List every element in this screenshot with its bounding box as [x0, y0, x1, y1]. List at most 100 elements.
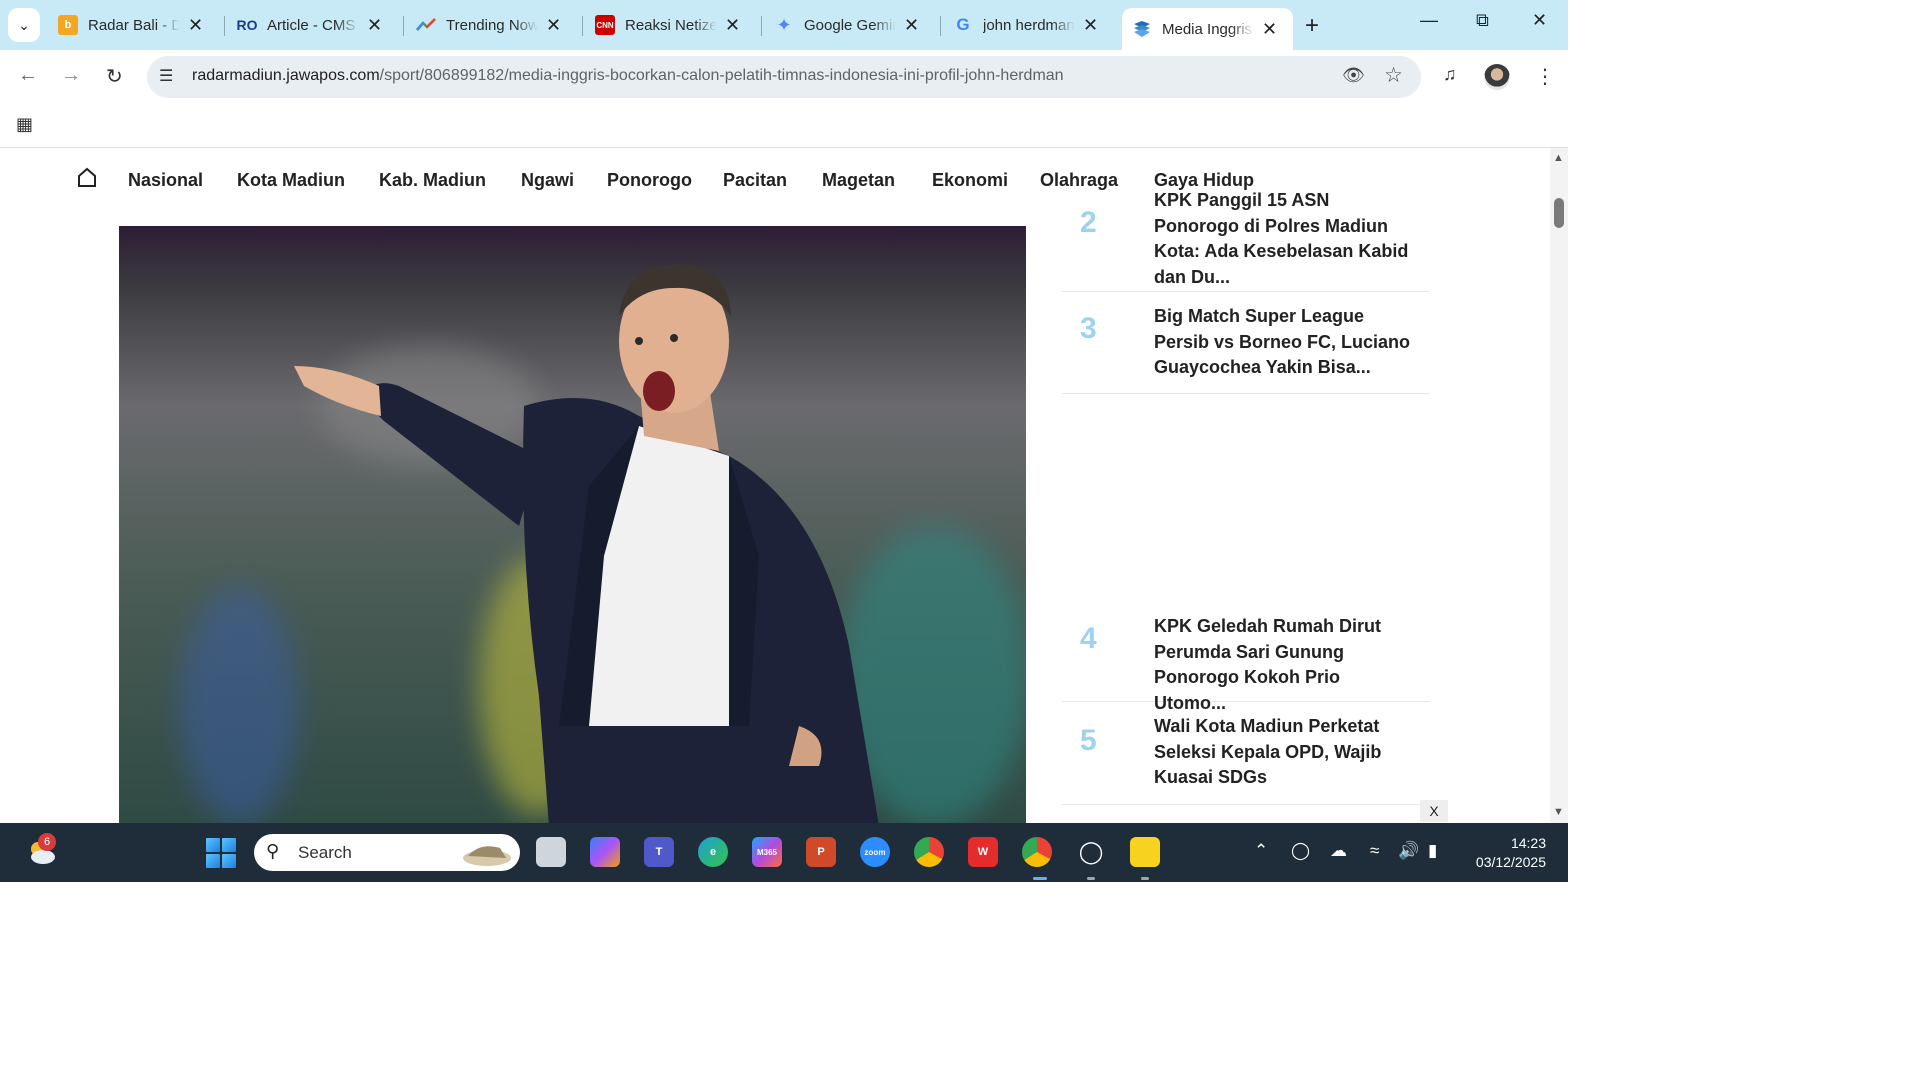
scroll-thumb[interactable]: [1554, 198, 1564, 228]
more-menu-icon[interactable]: ⋮: [1535, 64, 1555, 89]
chevron-down-icon: ⌄: [18, 16, 30, 33]
chrome-profile-icon[interactable]: [1022, 837, 1052, 867]
url-text[interactable]: radarmadiun.jawapos.com/sport/806899182/…: [192, 67, 1064, 85]
close-icon[interactable]: ✕: [546, 15, 561, 36]
nav-link-ekonomi[interactable]: Ekonomi: [932, 170, 1008, 191]
chevron-up-icon[interactable]: ⌃: [1254, 841, 1268, 861]
sync-icon[interactable]: ◯: [1291, 841, 1310, 861]
tab-title: Media Inggris: [1162, 20, 1253, 38]
nav-link-magetan[interactable]: Magetan: [822, 170, 895, 191]
task-view-icon[interactable]: [536, 837, 566, 867]
tab-trending-now[interactable]: Trending Now ✕: [406, 8, 571, 42]
cnn-favicon: CNN: [595, 15, 615, 35]
list-item[interactable]: 2 KPK Panggil 15 ASN Ponorogo di Polres …: [1062, 190, 1430, 292]
close-icon[interactable]: ✕: [367, 15, 382, 36]
tab-google-gemini[interactable]: ✦ Google Gemini ✕: [764, 8, 929, 42]
scroll-down-icon[interactable]: ▼: [1553, 806, 1564, 818]
wps-office-icon[interactable]: W: [968, 837, 998, 867]
trend-title[interactable]: KPK Panggil 15 ASN Ponorogo di Polres Ma…: [1154, 188, 1416, 290]
url-path: /sport/806899182/media-inggris-bocorkan-…: [379, 67, 1064, 84]
chrome-icon[interactable]: [914, 837, 944, 867]
nav-link-nasional[interactable]: Nasional: [128, 170, 203, 191]
site-info-icon[interactable]: ☰: [159, 66, 173, 86]
tab-radar-bali[interactable]: b Radar Bali - D ✕: [48, 8, 213, 42]
google-favicon: G: [956, 15, 970, 34]
trend-title[interactable]: Wali Kota Madiun Perketat Seleksi Kepala…: [1154, 714, 1416, 791]
new-tab-icon[interactable]: +: [1305, 12, 1319, 40]
cms-favicon: RO: [236, 17, 258, 33]
forward-icon[interactable]: →: [61, 64, 81, 87]
bookmark-star-icon[interactable]: ☆: [1384, 63, 1403, 88]
trend-title[interactable]: Big Match Super League Persib vs Borneo …: [1154, 304, 1416, 381]
home-icon[interactable]: [76, 166, 98, 193]
taskbar-search[interactable]: ⚲ Search: [254, 834, 520, 871]
page-scrollbar[interactable]: ▲ ▼: [1550, 148, 1568, 823]
nav-link-ngawi[interactable]: Ngawi: [521, 170, 574, 191]
windows-start-icon[interactable]: [206, 838, 236, 868]
address-bar[interactable]: ☰ radarmadiun.jawapos.com/sport/80689918…: [147, 56, 1421, 98]
close-ad-button[interactable]: X: [1420, 800, 1448, 822]
radarbali-favicon: b: [58, 15, 78, 35]
minimize-icon[interactable]: —: [1420, 10, 1438, 31]
tab-title: Trending Now: [446, 16, 538, 34]
trend-title[interactable]: KPK Geledah Rumah Dirut Perumda Sari Gun…: [1154, 614, 1416, 716]
close-icon[interactable]: ✕: [1083, 15, 1098, 36]
copilot-icon[interactable]: [590, 837, 620, 867]
apps-grid-icon[interactable]: ▦: [16, 114, 33, 135]
gemini-favicon: ✦: [776, 14, 792, 35]
list-item[interactable]: 3 Big Match Super League Persib vs Borne…: [1062, 292, 1430, 394]
trend-rank: 4: [1080, 622, 1097, 655]
close-icon[interactable]: ✕: [904, 15, 919, 36]
nav-link-pacitan[interactable]: Pacitan: [723, 170, 787, 191]
close-icon[interactable]: ✕: [725, 15, 740, 36]
back-icon[interactable]: ←: [18, 64, 38, 87]
tab-media-inggris[interactable]: Media Inggris ✕: [1122, 8, 1293, 50]
tab-article-cms[interactable]: RO Article - CMS ✕: [227, 8, 392, 42]
restore-icon[interactable]: ⧉: [1476, 10, 1489, 31]
tab-title: Radar Bali - D: [88, 16, 180, 34]
reload-icon[interactable]: ↻: [106, 64, 123, 89]
trending-favicon: [416, 15, 436, 35]
close-icon[interactable]: ✕: [1262, 19, 1277, 40]
list-item[interactable]: 4 KPK Geledah Rumah Dirut Perumda Sari G…: [1062, 602, 1430, 713]
tab-john-herdman[interactable]: G john herdman ✕: [943, 8, 1108, 42]
volume-icon[interactable]: 🔊: [1398, 841, 1419, 861]
scroll-up-icon[interactable]: ▲: [1553, 152, 1564, 164]
tab-title: Google Gemini: [804, 16, 896, 34]
running-app-indicator: [1141, 877, 1149, 880]
teams-icon[interactable]: T: [644, 837, 674, 867]
nav-link-kab-madiun[interactable]: Kab. Madiun: [379, 170, 486, 191]
wifi-icon[interactable]: ≈: [1370, 841, 1379, 861]
m365-icon[interactable]: M365: [752, 837, 782, 867]
edge-icon[interactable]: e: [698, 837, 728, 867]
list-item[interactable]: 5 Wali Kota Madiun Perketat Seleksi Kepa…: [1062, 702, 1430, 805]
camera-app-icon[interactable]: ◯: [1076, 837, 1106, 867]
avatar[interactable]: [1484, 64, 1510, 90]
trend-rank: 5: [1080, 724, 1097, 757]
tab-separator: [403, 16, 404, 36]
zoom-icon[interactable]: zoom: [860, 837, 890, 867]
taskbar-clock[interactable]: 14:23 03/12/2025: [1466, 834, 1546, 872]
powerpoint-icon[interactable]: P: [806, 837, 836, 867]
media-queue-icon[interactable]: ♫: [1443, 64, 1457, 85]
coach-illustration: [294, 264, 879, 823]
battery-icon[interactable]: ▮: [1428, 841, 1437, 861]
search-icon: ⚲: [266, 841, 280, 861]
sticky-notes-icon[interactable]: [1130, 837, 1160, 867]
cloud-off-icon[interactable]: ☁: [1330, 841, 1347, 861]
nav-link-ponorogo[interactable]: Ponorogo: [607, 170, 692, 191]
close-icon[interactable]: ✕: [188, 15, 203, 36]
search-label: Search: [298, 843, 352, 862]
search-highlight-icon: [463, 846, 511, 866]
tab-search-button[interactable]: ⌄: [8, 8, 40, 42]
window-close-icon[interactable]: ✕: [1532, 10, 1547, 31]
nav-link-kota-madiun[interactable]: Kota Madiun: [237, 170, 345, 191]
tab-separator: [224, 16, 225, 36]
tab-separator: [582, 16, 583, 36]
eye-off-icon[interactable]: 👁: [1342, 65, 1365, 86]
tab-reaksi-netizen[interactable]: CNN Reaksi Netizen ✕: [585, 8, 750, 42]
tab-separator: [940, 16, 941, 36]
clock-date: 03/12/2025: [1475, 854, 1546, 870]
nav-link-olahraga[interactable]: Olahraga: [1040, 170, 1118, 191]
jawapos-favicon: [1132, 19, 1152, 39]
